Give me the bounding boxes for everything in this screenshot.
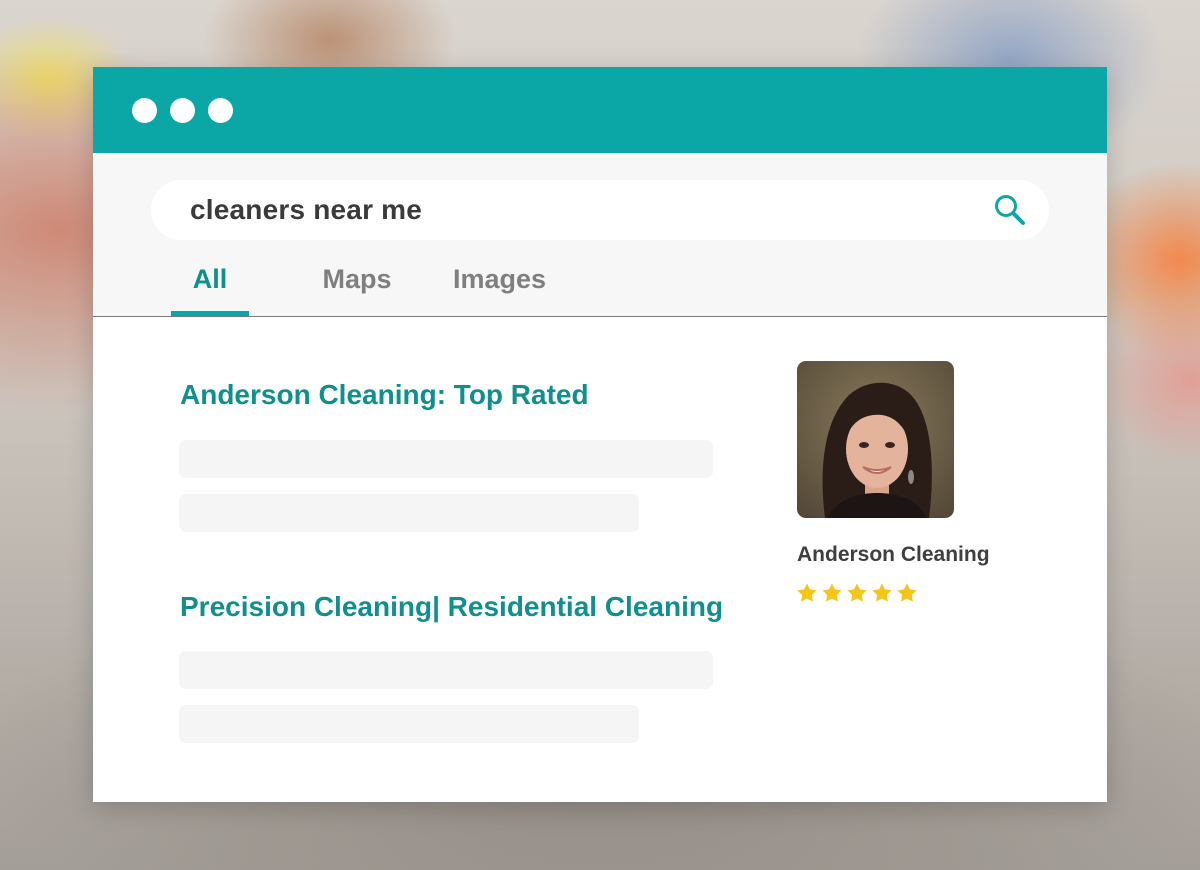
tab-images-label: Images xyxy=(452,264,547,294)
result-snippet-placeholder xyxy=(179,440,713,478)
rating-stars xyxy=(796,582,918,604)
search-icon[interactable] xyxy=(993,193,1027,227)
tab-all[interactable]: All xyxy=(171,257,249,316)
title-bar xyxy=(93,67,1107,153)
search-query[interactable]: cleaners near me xyxy=(190,194,422,226)
tab-images[interactable]: Images xyxy=(447,257,552,316)
active-tab-indicator xyxy=(171,311,249,316)
star-icon xyxy=(872,583,892,602)
result-snippet-placeholder xyxy=(179,651,713,689)
tab-maps[interactable]: Maps xyxy=(315,257,399,316)
result-snippet-placeholder xyxy=(179,705,639,743)
search-input[interactable]: cleaners near me xyxy=(151,180,1049,240)
business-name[interactable]: Anderson Cleaning xyxy=(797,543,990,567)
search-header: cleaners near me All Maps Images xyxy=(93,153,1107,317)
star-icon xyxy=(847,583,867,602)
window-dot-3[interactable] xyxy=(208,97,233,123)
star-icon xyxy=(822,583,842,602)
browser-window: cleaners near me All Maps Images Anderso… xyxy=(93,67,1107,802)
result-snippet-placeholder xyxy=(179,494,639,532)
star-icon xyxy=(897,583,917,602)
star-icon xyxy=(797,583,817,602)
window-dot-1[interactable] xyxy=(132,97,157,123)
business-profile-photo[interactable] xyxy=(797,361,954,518)
tab-maps-label: Maps xyxy=(322,264,392,294)
result-title-link[interactable]: Precision Cleaning| Residential Cleaning xyxy=(180,591,723,623)
result-title-link[interactable]: Anderson Cleaning: Top Rated xyxy=(180,379,589,411)
tab-all-label: All xyxy=(192,264,228,294)
window-dot-2[interactable] xyxy=(170,97,195,123)
